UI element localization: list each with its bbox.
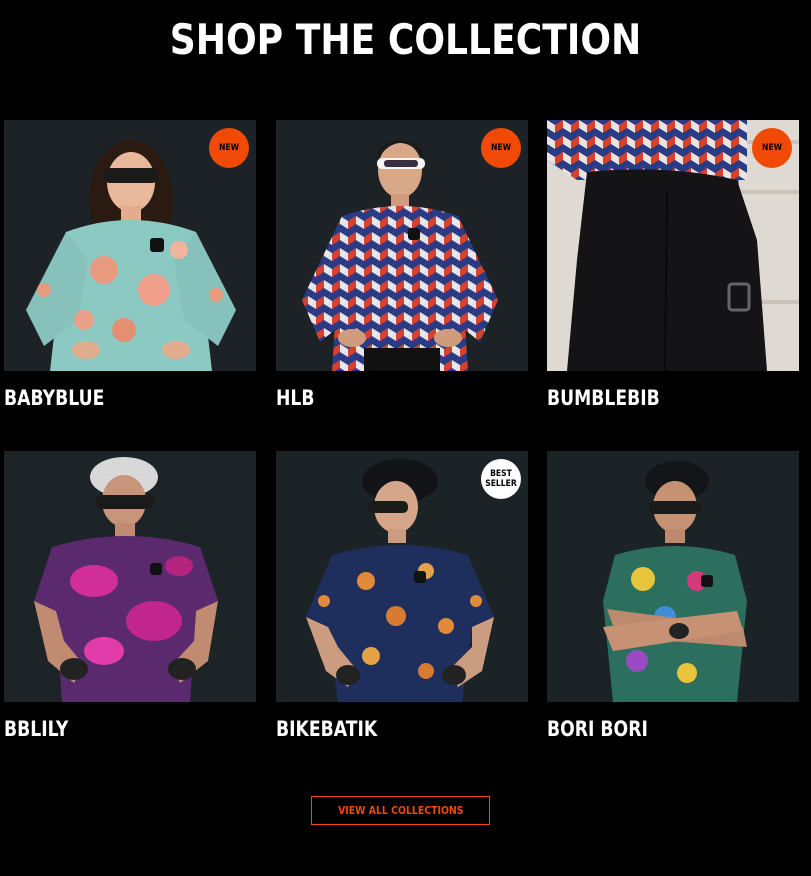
product-image[interactable]: NEW	[276, 120, 528, 371]
new-badge: NEW	[481, 128, 521, 168]
product-photo	[547, 451, 799, 702]
view-all-collections-label: VIEW ALL COLLECTIONS	[337, 804, 464, 817]
product-name[interactable]: BABYBLUE	[4, 384, 211, 412]
product-card-bori-bori[interactable]: BORI BORI	[547, 451, 799, 743]
view-all-collections-button[interactable]: VIEW ALL COLLECTIONS	[311, 796, 490, 825]
new-badge: NEW	[752, 128, 792, 168]
product-image[interactable]	[547, 451, 799, 702]
product-name[interactable]: BBLILY	[4, 715, 211, 743]
product-image[interactable]: NEW	[547, 120, 799, 371]
collection-section: SHOP THE COLLECTION NEW BABYBLUE NEW HLB…	[0, 0, 811, 876]
product-card-bblily[interactable]: BBLILY	[4, 451, 256, 743]
section-title: SHOP THE COLLECTION	[169, 15, 642, 64]
product-card-babyblue[interactable]: NEW BABYBLUE	[4, 120, 256, 412]
product-name[interactable]: HLB	[276, 384, 483, 412]
product-card-hlb[interactable]: NEW HLB	[276, 120, 528, 412]
best-seller-badge: BEST SELLER	[481, 459, 521, 499]
product-image[interactable]: BEST SELLER	[276, 451, 528, 702]
new-badge: NEW	[209, 128, 249, 168]
product-name[interactable]: BIKEBATIK	[276, 715, 483, 743]
product-name[interactable]: BORI BORI	[547, 715, 754, 743]
product-name[interactable]: BUMBLEBIB	[547, 384, 754, 412]
product-image[interactable]	[4, 451, 256, 702]
product-card-bikebatik[interactable]: BEST SELLER BIKEBATIK	[276, 451, 528, 743]
product-photo	[4, 451, 256, 702]
product-card-bumblebib[interactable]: NEW BUMBLEBIB	[547, 120, 799, 412]
product-image[interactable]: NEW	[4, 120, 256, 371]
